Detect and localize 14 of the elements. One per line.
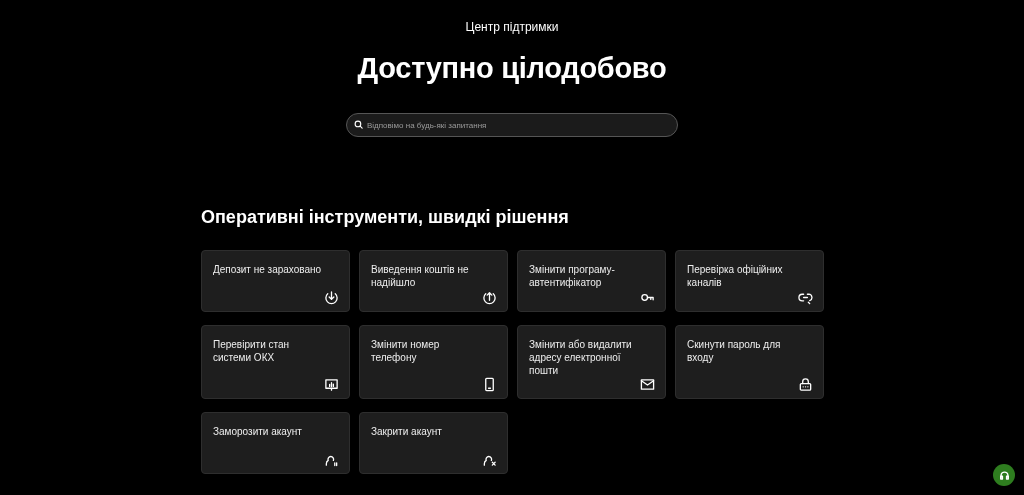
page-eyebrow: Центр підтримки [465,20,559,34]
tool-card[interactable]: Змінити або видалити адресу електронної пошти [517,325,666,399]
search-field[interactable]: Відповімо на будь-які запитання [346,113,678,137]
tool-card[interactable]: Перевірити стан системи ОКХ [201,325,350,399]
tool-card[interactable]: Виведення коштів не надійшло [359,250,508,312]
tool-card[interactable]: Закрити акаунт [359,412,508,474]
tool-card[interactable]: Заморозити акаунт [201,412,350,474]
tool-card[interactable]: Змінити номер телефону [359,325,508,399]
tool-card[interactable]: Скинути пароль для входу [675,325,824,399]
page-title: Доступно цілодобово [357,52,667,85]
section-title: Оперативні інструменти, швидкі рішення [201,207,570,228]
tool-card[interactable]: Змінити програму-автентифікатор [517,250,666,312]
tool-card[interactable]: Депозит не зараховано [201,250,350,312]
tool-card[interactable]: Перевірка офіційних каналів [675,250,824,312]
